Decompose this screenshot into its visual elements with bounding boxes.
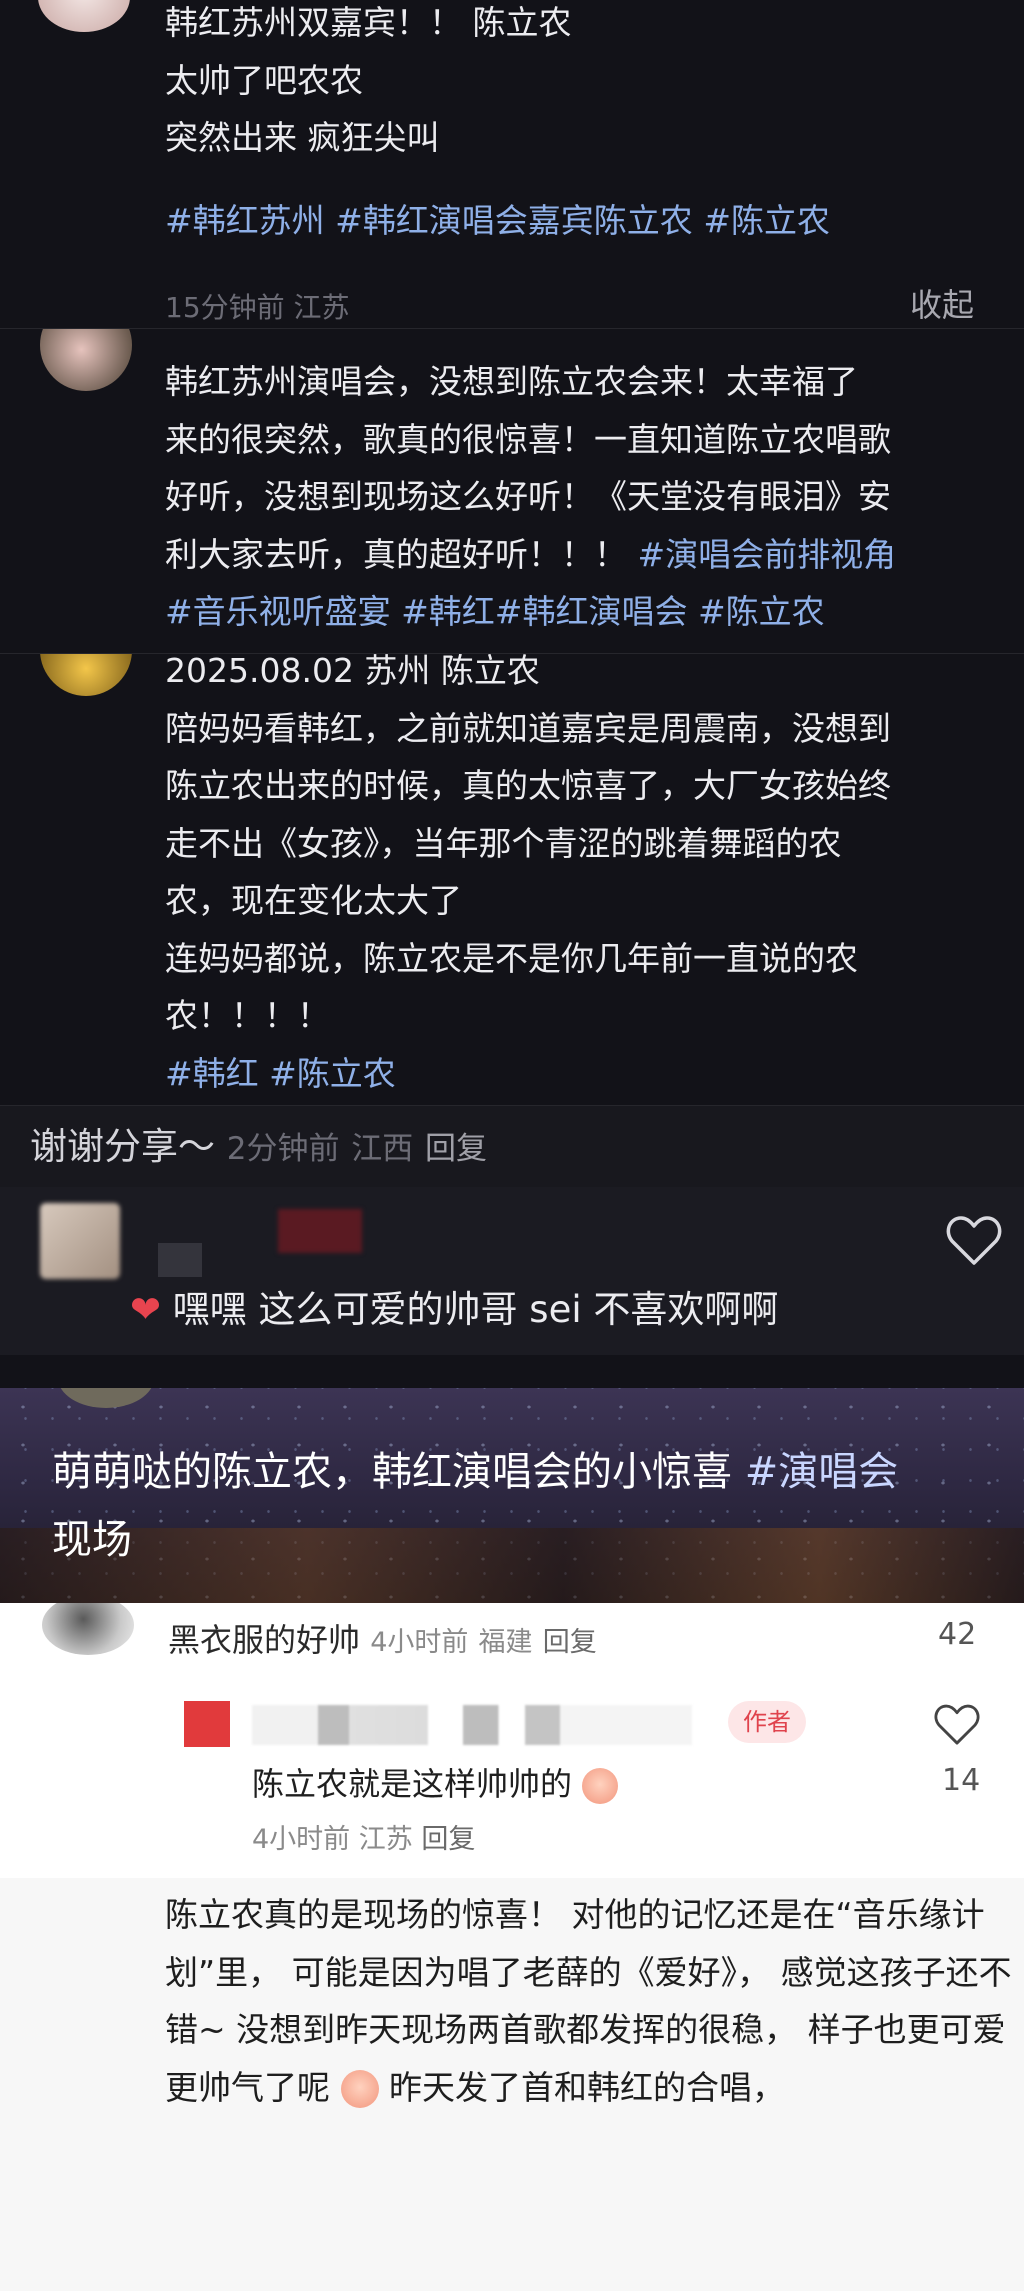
timestamp: 15分钟前 <box>165 291 285 324</box>
timestamp: 2分钟前 <box>226 1131 340 1167</box>
timestamp: 4小时前 <box>370 1627 469 1658</box>
comment-text: 嘿嘿 这么可爱的帅哥 sei 不喜欢啊啊 <box>172 1288 779 1331</box>
post-line: 连妈妈都说，陈立农是不是你几年前一直说的农 <box>165 938 858 978</box>
author-badge: 作者 <box>728 1701 806 1743</box>
post-card-2: 韩红苏州演唱会，没想到陈立农会来！太幸福了 来的很突然，歌真的很惊喜！一直知道陈… <box>0 328 1024 654</box>
blush-face-icon <box>582 1768 619 1804</box>
heart-emoji-icon: ❤ <box>130 1288 162 1331</box>
location: 江苏 <box>293 291 350 324</box>
post-line: 太帅了吧农农 <box>165 60 363 100</box>
like-heart-icon[interactable] <box>946 1215 1002 1267</box>
avatar[interactable] <box>184 1701 230 1747</box>
like-heart-icon[interactable] <box>934 1703 980 1747</box>
reply-text: 陈立农就是这样帅帅的 <box>252 1765 573 1803</box>
hashtag[interactable]: #陈立农 <box>703 201 830 240</box>
sub-like-count: 14 <box>942 1763 981 1798</box>
reply-button[interactable]: 回复 <box>543 1627 597 1658</box>
post-line: 韩红苏州演唱会，没想到陈立农会来！太幸福了 <box>165 362 858 401</box>
reply-row: 谢谢分享～ 2分钟前 江西 回复 <box>0 1105 1024 1188</box>
post-line: 农，现在变化太大了 <box>165 881 462 920</box>
post-line: 利大家去听，真的超好听！！！ #演唱会前排视角 <box>165 526 985 584</box>
hashtag[interactable]: #陈立农 <box>698 592 825 631</box>
reply-text: 谢谢分享～ <box>30 1125 215 1168</box>
username[interactable]: 黑衣服的好帅 <box>168 1621 360 1659</box>
post-body: 2025.08.02 苏州 陈立农 陪妈妈看韩红，之前就知道嘉宾是周震南，没想到… <box>165 653 985 1103</box>
post-line: 陪妈妈看韩红，之前就知道嘉宾是周震南，没想到 <box>165 708 891 748</box>
post-meta: 15分钟前 江苏 <box>165 286 350 326</box>
hashtag-row: #音乐视听盛宴 #韩红#韩红演唱会 #陈立农 <box>165 583 985 641</box>
hashtag-row: #韩红 #陈立农 <box>165 1045 985 1103</box>
hashtag[interactable]: #韩红#韩红演唱会 <box>401 592 687 631</box>
location: 江西 <box>351 1131 414 1167</box>
caption-text: 萌萌哒的陈立农，韩红演唱会的小惊喜 <box>52 1449 732 1495</box>
comment-dark: ❤ 嘿嘿 这么可爱的帅哥 sei 不喜欢啊啊 <box>0 1187 1024 1355</box>
post-body: 韩红苏州演唱会，没想到陈立农会来！太幸福了 来的很突然，歌真的很惊喜！一直知道陈… <box>165 353 985 641</box>
post-line: 来的很突然，歌真的很惊喜！一直知道陈立农唱歌 <box>165 419 891 459</box>
post-line: 好听，没想到现场这么好听！《天堂没有眼泪》安 <box>165 477 891 516</box>
post-line: 韩红苏州双嘉宾！！ 陈立农 <box>165 3 572 42</box>
badge-blurred <box>278 1209 362 1253</box>
avatar[interactable] <box>40 1203 120 1279</box>
post-line: 昨天发了首和韩红的合唱， <box>389 2067 785 2107</box>
post-text: 利大家去听，真的超好听！！！ <box>165 534 627 574</box>
post-body: 韩红苏州双嘉宾！！ 陈立农 太帅了吧农农 突然出来 疯狂尖叫 #韩红苏州 #韩红… <box>165 0 985 249</box>
reply-button[interactable]: 回复 <box>425 1131 487 1167</box>
post-line: 2025.08.02 苏州 陈立农 <box>165 653 540 690</box>
comment-light: 黑衣服的好帅 4小时前 福建 回复 42 作者 陈立农就是这样帅帅的 14 4小… <box>0 1603 1024 1878</box>
username-blurred <box>158 1243 202 1277</box>
like-count: 42 <box>938 1617 977 1652</box>
post-line: 陈立农真的是现场的惊喜！ <box>165 1895 561 1934</box>
blush-face-icon <box>340 2070 379 2108</box>
post-card-3: 2025.08.02 苏州 陈立农 陪妈妈看韩红，之前就知道嘉宾是周震南，没想到… <box>0 653 1024 1106</box>
avatar[interactable] <box>42 1603 134 1655</box>
timestamp: 4小时前 <box>252 1824 351 1855</box>
post-line: 走不出《女孩》，当年那个青涩的跳着舞蹈的农 <box>165 823 842 863</box>
location: 江苏 <box>358 1824 413 1855</box>
location: 福建 <box>478 1627 533 1658</box>
post-line: 突然出来 疯狂尖叫 <box>165 118 440 157</box>
post-card-1: 韩红苏州双嘉宾！！ 陈立农 太帅了吧农农 突然出来 疯狂尖叫 #韩红苏州 #韩红… <box>0 0 1024 328</box>
collapse-button[interactable]: 收起 <box>910 280 974 326</box>
hashtag[interactable]: #韩红演唱会嘉宾陈立农 <box>335 201 693 240</box>
hashtag[interactable]: #演唱会 <box>745 1449 899 1495</box>
hashtag[interactable]: #韩红 <box>165 1054 259 1093</box>
post-line: 农！！！！ <box>165 996 330 1035</box>
caption-text: 现场 <box>52 1517 132 1563</box>
username-blurred <box>252 1705 692 1745</box>
post-card-4: 陈立农真的是现场的惊喜！ 对他的记忆还是在“音乐缘计划”里， 可能是因为唱了老薛… <box>0 1878 1024 2291</box>
avatar[interactable] <box>40 329 132 391</box>
hashtag[interactable]: #音乐视听盛宴 <box>165 592 391 631</box>
hashtag-row: #韩红苏州 #韩红演唱会嘉宾陈立农 #陈立农 <box>165 192 985 250</box>
post-line: 陈立农出来的时候，真的太惊喜了，大厂女孩始终 <box>165 766 891 805</box>
reply-button[interactable]: 回复 <box>421 1824 475 1855</box>
hashtag[interactable]: #演唱会前排视角 <box>638 535 897 574</box>
avatar[interactable] <box>38 0 130 32</box>
video-frame[interactable]: 萌萌哒的陈立农，韩红演唱会的小惊喜 #演唱会 现场 <box>0 1388 1024 1603</box>
avatar[interactable] <box>40 654 132 696</box>
hashtag[interactable]: #陈立农 <box>269 1054 396 1093</box>
post-line: 没想到昨天现场两首歌都发挥的很稳， <box>236 2010 798 2049</box>
hashtag[interactable]: #韩红苏州 <box>165 201 325 240</box>
post-line: 可能是因为唱了老薛的《爱好》， <box>291 1952 771 1992</box>
